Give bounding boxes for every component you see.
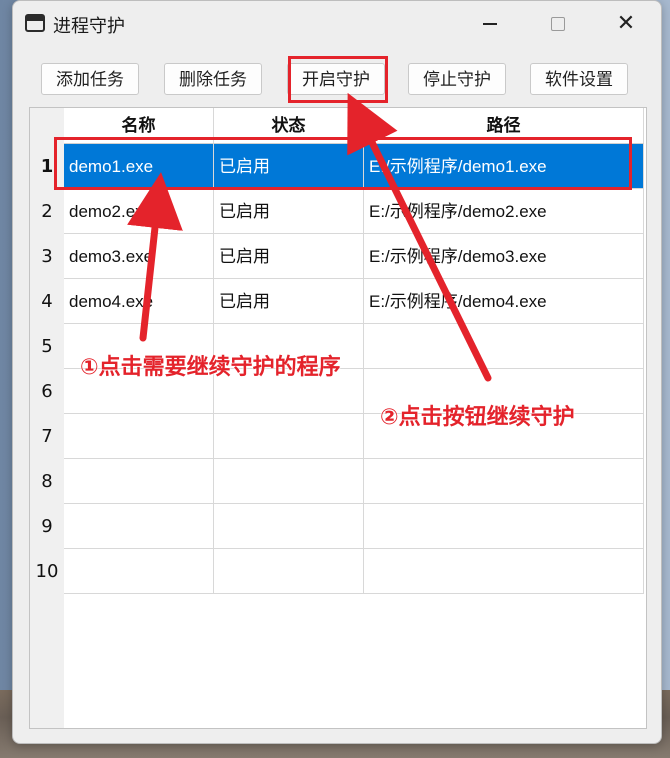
row-number[interactable]: 5 bbox=[30, 324, 64, 369]
maximize-button[interactable] bbox=[541, 11, 575, 37]
cell-name[interactable] bbox=[64, 414, 214, 459]
table-row[interactable]: 2 demo2.exe 已启用 E:/示例程序/demo2.exe bbox=[30, 189, 644, 234]
cell-status[interactable] bbox=[214, 504, 364, 549]
row-number[interactable]: 2 bbox=[30, 189, 64, 234]
annotation-step1: ①点击需要继续守护的程序 bbox=[80, 355, 341, 380]
window-title: 进程守护 bbox=[53, 16, 125, 36]
table-row[interactable]: 4 demo4.exe 已启用 E:/示例程序/demo4.exe bbox=[30, 279, 644, 324]
column-header-status[interactable]: 状态 bbox=[214, 108, 364, 144]
annotation-step2: ②点击按钮继续守护 bbox=[380, 405, 575, 430]
start-guard-button[interactable]: 开启守护 bbox=[287, 63, 385, 95]
add-task-button[interactable]: 添加任务 bbox=[41, 63, 139, 95]
cell-path[interactable]: E:/示例程序/demo2.exe bbox=[364, 189, 644, 234]
table-row[interactable]: 10 bbox=[30, 549, 644, 594]
cell-status[interactable]: 已启用 bbox=[214, 234, 364, 279]
row-number[interactable]: 3 bbox=[30, 234, 64, 279]
cell-path[interactable]: E:/示例程序/demo3.exe bbox=[364, 234, 644, 279]
close-button[interactable]: ✕ bbox=[609, 11, 643, 37]
cell-name[interactable]: demo4.exe bbox=[64, 279, 214, 324]
column-header-name[interactable]: 名称 bbox=[64, 108, 214, 144]
table-row[interactable]: 8 bbox=[30, 459, 644, 504]
row-number[interactable]: 10 bbox=[30, 549, 64, 594]
cell-path[interactable] bbox=[364, 549, 644, 594]
cell-name[interactable] bbox=[64, 504, 214, 549]
delete-task-button[interactable]: 删除任务 bbox=[164, 63, 262, 95]
row-number[interactable]: 9 bbox=[30, 504, 64, 549]
cell-name[interactable] bbox=[64, 459, 214, 504]
cell-status[interactable]: 已启用 bbox=[214, 279, 364, 324]
minimize-button[interactable] bbox=[473, 11, 507, 37]
cell-name[interactable] bbox=[64, 549, 214, 594]
cell-path[interactable]: E:/示例程序/demo1.exe bbox=[364, 144, 644, 189]
cell-status[interactable] bbox=[214, 459, 364, 504]
table-row[interactable]: 9 bbox=[30, 504, 644, 549]
app-window-icon bbox=[25, 14, 45, 32]
cell-status[interactable]: 已启用 bbox=[214, 189, 364, 234]
settings-button[interactable]: 软件设置 bbox=[530, 63, 628, 95]
cell-status[interactable]: 已启用 bbox=[214, 144, 364, 189]
cell-path[interactable] bbox=[364, 324, 644, 369]
table-row[interactable]: 1 demo1.exe 已启用 E:/示例程序/demo1.exe bbox=[30, 144, 644, 189]
title-bar: 进程守护 ✕ bbox=[13, 1, 661, 47]
cell-status[interactable] bbox=[214, 414, 364, 459]
row-number[interactable]: 4 bbox=[30, 279, 64, 324]
cell-path[interactable]: E:/示例程序/demo4.exe bbox=[364, 279, 644, 324]
cell-name[interactable]: demo2.exe bbox=[64, 189, 214, 234]
row-number[interactable]: 7 bbox=[30, 414, 64, 459]
row-number[interactable]: 8 bbox=[30, 459, 64, 504]
cell-path[interactable] bbox=[364, 459, 644, 504]
cell-name[interactable]: demo3.exe bbox=[64, 234, 214, 279]
cell-path[interactable] bbox=[364, 504, 644, 549]
row-number[interactable]: 6 bbox=[30, 369, 64, 414]
stop-guard-button[interactable]: 停止守护 bbox=[408, 63, 506, 95]
table-row[interactable]: 3 demo3.exe 已启用 E:/示例程序/demo3.exe bbox=[30, 234, 644, 279]
cell-status[interactable] bbox=[214, 549, 364, 594]
cell-name[interactable]: demo1.exe bbox=[64, 144, 214, 189]
row-number[interactable]: 1 bbox=[30, 144, 64, 189]
column-header-path[interactable]: 路径 bbox=[364, 108, 644, 144]
toolbar: 添加任务 删除任务 开启守护 停止守护 软件设置 bbox=[13, 63, 661, 99]
